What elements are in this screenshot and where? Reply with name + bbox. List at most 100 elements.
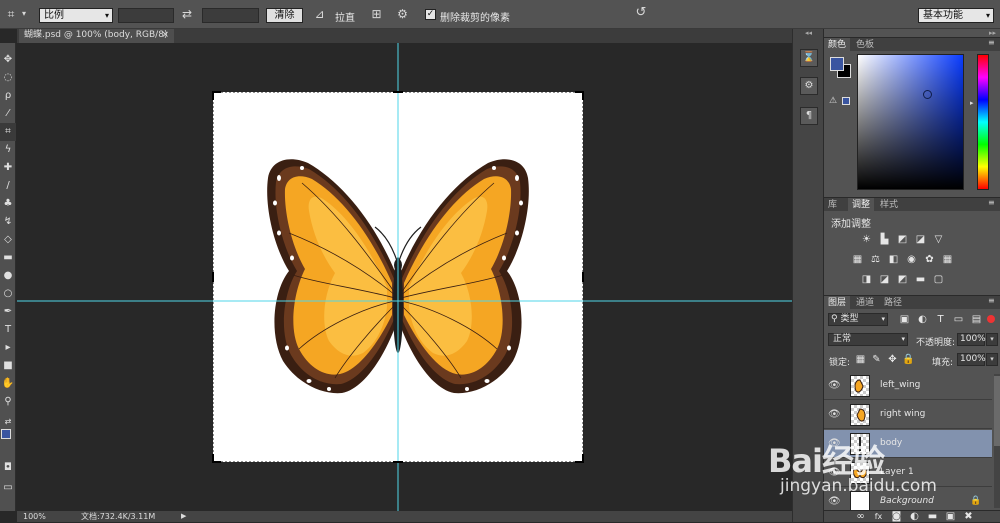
move-tool-icon[interactable]: ✥ [0,51,16,69]
link-icon[interactable]: ∞ [854,511,867,523]
canvas[interactable] [17,43,792,511]
layers-scrollbar[interactable] [994,374,1000,508]
eyedropper-tool-icon[interactable]: ϟ [0,141,16,159]
layer-row-right-wing[interactable]: 👁 right wing [824,401,992,429]
collapse-dock-icon[interactable]: ◂◂ [805,29,812,37]
fx-icon[interactable]: fx [872,511,885,523]
panel-menu-icon[interactable]: ≡ [988,296,995,305]
clear-button[interactable]: 清除 [266,8,303,23]
eye-icon[interactable]: 👁 [828,438,841,450]
mask-icon[interactable]: ◙ [890,511,903,523]
undo-icon[interactable]: ↺ [633,6,649,20]
tab-styles[interactable]: 样式 [876,198,902,212]
opacity-input[interactable]: 100% [957,333,986,346]
layer-name[interactable]: left_wing [880,380,920,390]
hue-saturation-icon[interactable]: ▦ [851,254,864,266]
canvas-area[interactable] [17,43,792,511]
quick-select-tool-icon[interactable]: ⁄ [0,105,16,123]
black-white-icon[interactable]: ◧ [887,254,900,266]
layer-row-background[interactable]: 👁 Background 🔒 [824,488,992,510]
marquee-tool-icon[interactable]: ◌ [0,69,16,87]
lock-pixels-icon[interactable]: ✎ [870,354,883,366]
layer-name[interactable]: body [880,438,902,448]
brush-tool-icon[interactable]: / [0,177,16,195]
tool-preset-dropdown-icon[interactable]: ▾ [19,7,29,21]
adjustment-icon[interactable]: ◐ [908,511,921,523]
fill-input[interactable]: 100% [957,353,986,366]
eye-icon[interactable]: 👁 [828,467,841,479]
panel-menu-icon[interactable]: ≡ [988,38,995,47]
foreground-color-swatch[interactable] [1,429,11,439]
eye-icon[interactable]: 👁 [828,496,841,508]
tab-libraries[interactable]: 库 [824,198,841,212]
opacity-dropdown-icon[interactable]: ▾ [986,333,998,346]
lock-all-icon[interactable]: 🔒 [902,354,915,366]
hue-slider-arrow-icon[interactable]: ▸ [970,99,974,107]
crop-tool-icon[interactable]: ⌗ [4,7,18,21]
quick-mask-icon[interactable]: ◘ [0,459,16,477]
color-field[interactable] [857,54,964,190]
vibrance-icon[interactable]: ▽ [932,234,945,246]
tab-layers[interactable]: 图层 [824,296,851,310]
levels-icon[interactable]: ▙ [878,234,891,246]
layer-row-body[interactable]: 👁 body [824,430,992,458]
trash-icon[interactable]: ✖ [962,511,975,523]
blend-mode-select[interactable]: 正常 ▾ [828,333,908,346]
new-layer-icon[interactable]: ▣ [944,511,957,523]
layer-row-left-wing[interactable]: 👁 left_wing [824,372,992,400]
scrollbar-thumb[interactable] [994,376,1000,446]
hand-tool-icon[interactable]: ✋ [0,375,16,393]
lock-transparent-icon[interactable]: ▦ [854,354,867,366]
filter-pixel-icon[interactable]: ▣ [898,314,911,326]
crop-width-input[interactable] [118,8,174,23]
history-brush-tool-icon[interactable]: ↯ [0,213,16,231]
path-select-tool-icon[interactable]: ▸ [0,339,16,357]
color-balance-icon[interactable]: ⚖ [869,254,882,266]
screen-mode-icon[interactable]: ▭ [0,479,16,497]
dodge-tool-icon[interactable]: ○ [0,285,16,303]
delete-cropped-checkbox[interactable]: ✓ [425,9,436,20]
tab-color[interactable]: 颜色 [824,38,851,52]
web-safe-swatch[interactable] [842,97,850,105]
layer-name[interactable]: right wing [880,409,925,419]
type-tool-icon[interactable]: T [0,321,16,339]
eye-icon[interactable]: 👁 [828,380,841,392]
stamp-tool-icon[interactable]: ♣ [0,195,16,213]
lasso-tool-icon[interactable]: ρ [0,87,16,105]
panel-menu-icon[interactable]: ≡ [988,198,995,207]
tab-adjustments[interactable]: 调整 [848,198,875,212]
color-picker-cursor[interactable] [923,90,932,99]
workspace-select[interactable]: 基本功能 ▾ [918,8,994,23]
crop-tool-icon[interactable]: ⌗ [0,123,16,141]
lock-position-icon[interactable]: ✥ [886,354,899,366]
exposure-icon[interactable]: ◪ [914,234,927,246]
rectangle-tool-icon[interactable]: ■ [0,357,16,375]
filter-smart-icon[interactable]: ▤ [970,314,983,326]
filter-type-icon[interactable]: T [934,314,947,326]
straighten-icon[interactable]: ⊿ [312,7,327,21]
close-icon[interactable]: × [161,29,169,42]
gradient-tool-icon[interactable]: ▬ [0,249,16,267]
fill-dropdown-icon[interactable]: ▾ [986,353,998,366]
invert-icon[interactable]: ◨ [860,274,873,286]
eraser-tool-icon[interactable]: ◇ [0,231,16,249]
filter-toggle-icon[interactable] [987,315,995,323]
overlay-grid-icon[interactable]: ⊞ [369,7,384,21]
zoom-tool-icon[interactable]: ⚲ [0,393,16,411]
blur-tool-icon[interactable]: ● [0,267,16,285]
photo-filter-icon[interactable]: ◉ [905,254,918,266]
filter-shape-icon[interactable]: ▭ [952,314,965,326]
hue-slider[interactable] [977,54,989,190]
folder-icon[interactable]: ▬ [926,511,939,523]
tab-paths[interactable]: 路径 [880,296,906,310]
paragraph-panel-icon[interactable]: ¶ [800,107,818,125]
layer-name[interactable]: Background [880,496,934,506]
zoom-level[interactable]: 100% [23,511,46,522]
history-panel-icon[interactable]: ⌛ [800,49,818,67]
properties-panel-icon[interactable]: ⚙ [800,77,818,95]
foreground-color-swatch[interactable] [830,57,844,71]
curves-icon[interactable]: ◩ [896,234,909,246]
tab-channels[interactable]: 通道 [852,296,878,310]
color-lookup-icon[interactable]: ▦ [941,254,954,266]
status-menu-arrow-icon[interactable]: ▶ [181,511,186,522]
